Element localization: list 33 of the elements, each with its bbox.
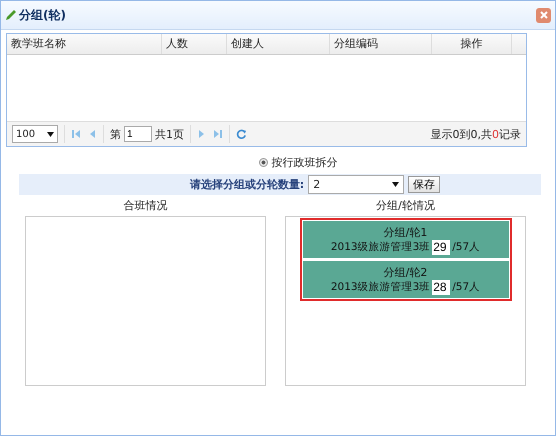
save-button[interactable]: 保存 (408, 176, 440, 193)
refresh-icon[interactable] (236, 128, 247, 140)
total-count: /57人 (452, 280, 480, 294)
total-count: /57人 (452, 240, 480, 254)
close-icon (538, 10, 548, 20)
count-field[interactable]: 29 (432, 240, 450, 254)
pencil-icon (5, 9, 17, 21)
column-header: 教学班名称 (7, 34, 162, 54)
group-name: 分组/轮2 (384, 264, 428, 280)
panel-title: 分组/轮情况 (375, 198, 436, 213)
close-button[interactable] (536, 8, 551, 22)
caret-icon (47, 132, 54, 136)
caret-icon (392, 182, 400, 187)
page-number-field[interactable]: 1 (124, 126, 152, 142)
column-header: 人数 (162, 34, 227, 54)
panel-title: 合班情况 (122, 198, 168, 213)
column-header: 操作 (432, 34, 512, 54)
last-page-icon[interactable] (213, 129, 223, 139)
count-label: 请选择分组或分轮数量: (190, 177, 304, 192)
column-header: 创建人 (227, 34, 330, 54)
class-name: 2013级旅游管理3班 (330, 280, 430, 294)
column-header: 分组编码 (330, 34, 432, 54)
count-field[interactable]: 28 (432, 280, 450, 294)
page-total: 共1页 (155, 126, 184, 142)
split-mode-radio[interactable]: 按行政班拆分 (258, 155, 338, 170)
page-size-select[interactable]: 100 (12, 125, 58, 143)
window-title: 分组(轮) (19, 6, 66, 24)
record-status: 显示0到0,共0记录 (430, 126, 521, 142)
page-prefix: 第 (110, 126, 121, 142)
group-name: 分组/轮1 (384, 224, 428, 240)
count-select[interactable]: 2 (308, 175, 404, 194)
first-page-icon[interactable] (71, 129, 81, 139)
class-name: 2013级旅游管理3班 (330, 240, 430, 254)
